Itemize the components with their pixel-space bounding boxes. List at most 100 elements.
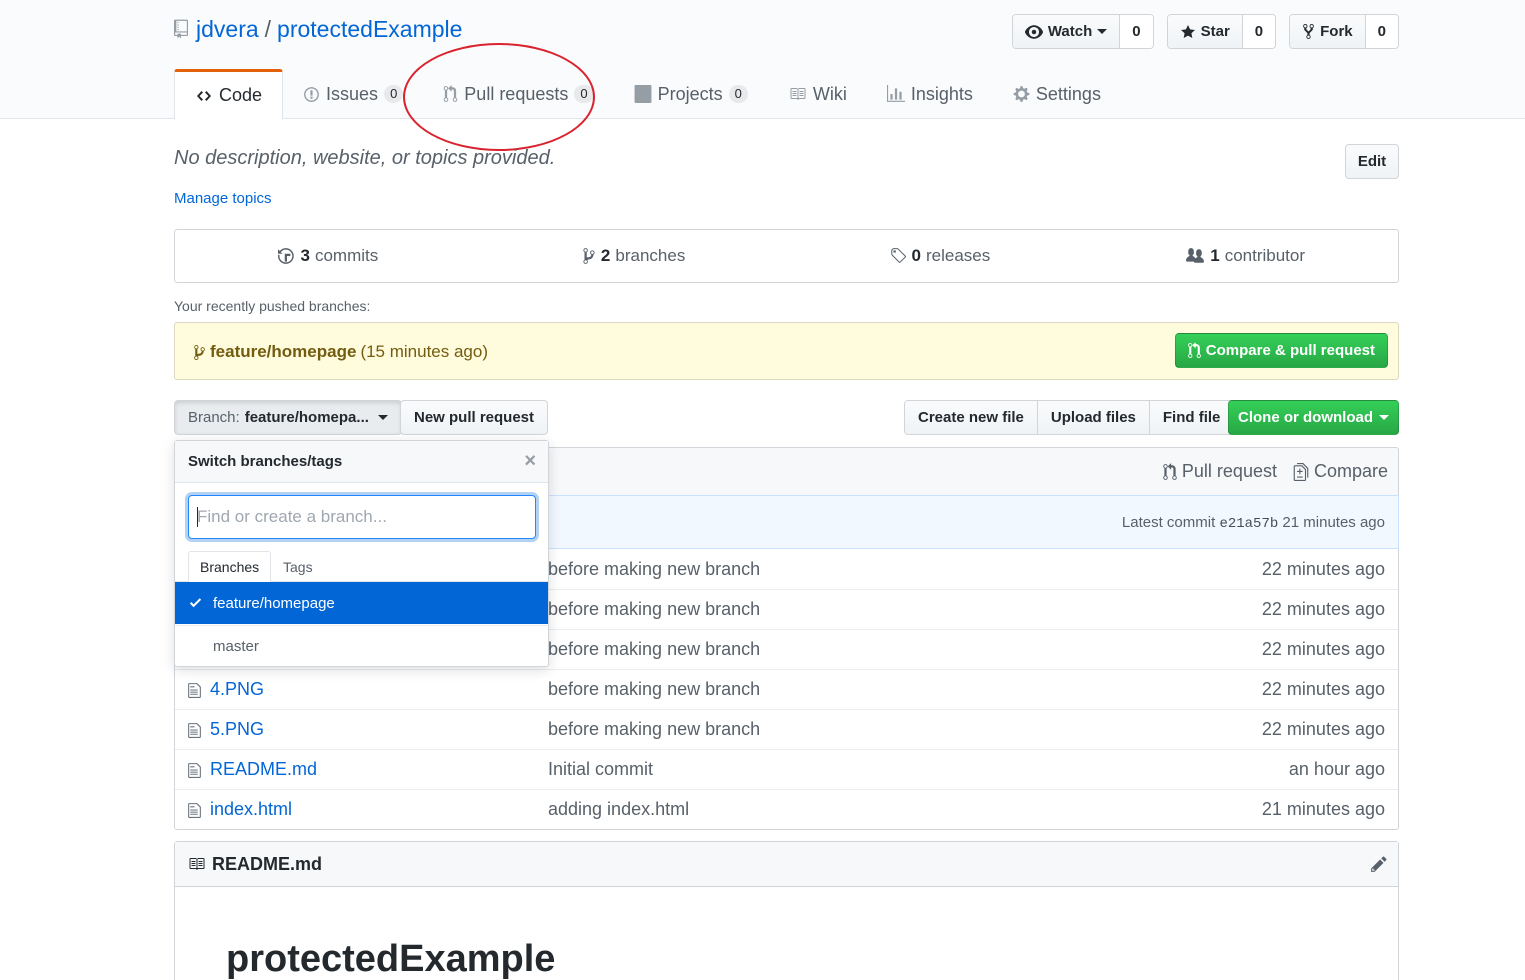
tab-label: Pull requests [464, 83, 569, 104]
commit-message-link[interactable]: before making new branch [548, 679, 760, 700]
compare-pull-request-button[interactable]: Compare & pull request [1174, 333, 1388, 368]
create-new-file-button[interactable]: Create new file [905, 401, 1037, 434]
book-icon [187, 856, 206, 872]
pull-requests-counter: 0 [574, 85, 594, 103]
branch-icon [193, 344, 206, 361]
compare-link[interactable]: Compare [1293, 461, 1388, 482]
branch-current: feature/homepa... [244, 409, 369, 426]
tab-projects[interactable]: Projects 0 [614, 69, 768, 119]
latest-commit: Latest commit e21a57b 21 minutes ago [1122, 514, 1385, 532]
new-pull-request-button[interactable]: New pull request [400, 400, 549, 435]
branch-item-feature-homepage[interactable]: feature/homepage [175, 582, 548, 624]
repo-title: jdvera / protectedExample [174, 16, 462, 43]
pull-request-label: Pull request [1181, 461, 1277, 481]
fork-button[interactable]: Fork [1290, 15, 1365, 48]
latest-commit-age: 21 minutes ago [1282, 514, 1385, 531]
watch-label: Watch [1047, 23, 1093, 40]
close-icon[interactable]: × [524, 451, 536, 471]
tab-pull-requests[interactable]: Pull requests 0 [423, 69, 613, 119]
tab-tags[interactable]: Tags [272, 551, 324, 582]
branch-select-button[interactable]: Branch: feature/homepa... [174, 400, 402, 435]
branch-item-master[interactable]: master [175, 625, 548, 667]
clone-download-button[interactable]: Clone or download [1228, 400, 1399, 435]
recent-branch: feature/homepage (15 minutes ago) [193, 342, 488, 362]
tab-label: Projects [657, 83, 723, 104]
tab-issues[interactable]: Issues 0 [283, 69, 423, 119]
repo-description: No description, website, or topics provi… [174, 147, 556, 169]
pencil-icon[interactable] [1370, 855, 1388, 873]
table-row: 4.PNG before making new branch 22 minute… [175, 669, 1398, 709]
fork-count[interactable]: 0 [1364, 15, 1398, 48]
file-name-link[interactable]: 5.PNG [210, 719, 264, 740]
repo-name-link[interactable]: protectedExample [277, 16, 462, 43]
file-age: an hour ago [1288, 759, 1385, 779]
star-button[interactable]: Star [1167, 15, 1242, 48]
pull-request-icon [443, 85, 458, 103]
branch-item-label: feature/homepage [213, 594, 335, 612]
compare-label: Compare [1313, 461, 1388, 481]
file-age: 22 minutes ago [1261, 639, 1385, 659]
text-cursor [197, 507, 198, 527]
recent-branch-name[interactable]: feature/homepage [210, 342, 356, 362]
branches-label: branches [615, 246, 686, 265]
branch-info-links: Pull request Compare [1163, 461, 1388, 482]
file-name-link[interactable]: README.md [210, 759, 317, 780]
commit-message-link[interactable]: before making new branch [548, 719, 760, 740]
commit-message-link[interactable]: Initial commit [548, 759, 653, 780]
chevron-down-icon [377, 415, 388, 420]
people-icon [1185, 247, 1205, 265]
pull-request-link[interactable]: Pull request [1163, 461, 1277, 482]
tab-insights[interactable]: Insights [867, 69, 993, 119]
readme-heading: protectedExample [226, 938, 556, 980]
commits-link[interactable]: 3 commits [175, 230, 481, 282]
releases-link[interactable]: 0 releases [787, 230, 1093, 282]
watch-button[interactable]: Watch [1012, 15, 1120, 48]
commit-sha-link[interactable]: e21a57b [1219, 516, 1278, 532]
releases-label: releases [925, 246, 991, 265]
watch-group: Watch 0 [1011, 14, 1154, 49]
tab-label: Insights [910, 83, 973, 104]
commits-label: commits [314, 246, 379, 265]
file-icon [188, 762, 201, 779]
repo-separator: / [264, 16, 272, 42]
repo-owner-link[interactable]: jdvera [196, 16, 259, 43]
issues-counter: 0 [384, 85, 404, 103]
branches-link[interactable]: 2 branches [481, 230, 787, 282]
graph-icon [886, 85, 905, 103]
tab-wiki[interactable]: Wiki [768, 69, 867, 119]
star-count[interactable]: 0 [1241, 15, 1276, 48]
watch-count[interactable]: 0 [1119, 15, 1153, 48]
commit-message-link[interactable]: before making new branch [548, 559, 760, 580]
commit-message-link[interactable]: before making new branch [548, 639, 760, 660]
upload-files-button[interactable]: Upload files [1036, 401, 1149, 434]
commit-message-link[interactable]: adding index.html [548, 799, 689, 820]
branch-filter-input[interactable] [189, 496, 535, 538]
recent-branches-label: Your recently pushed branches: [174, 298, 371, 314]
branch-prefix: Branch: [188, 409, 240, 426]
table-row: 5.PNG before making new branch 22 minute… [175, 709, 1398, 749]
find-file-button[interactable]: Find file [1148, 401, 1234, 434]
commits-count: 3 [300, 246, 310, 265]
file-age: 22 minutes ago [1261, 599, 1385, 619]
manage-topics-link[interactable]: Manage topics [174, 190, 272, 207]
tab-branches[interactable]: Branches [188, 551, 272, 583]
commit-message-link[interactable]: before making new branch [548, 599, 760, 620]
tab-label: Wiki [812, 83, 847, 104]
tab-label: Settings [1035, 83, 1101, 104]
file-name-link[interactable]: index.html [210, 799, 292, 820]
pull-request-icon [1187, 342, 1201, 359]
contributors-link[interactable]: 1 contributor [1092, 230, 1398, 282]
branch-icon [582, 247, 596, 265]
tab-code[interactable]: Code [174, 69, 284, 120]
releases-count: 0 [911, 246, 921, 265]
contributors-count: 1 [1210, 246, 1220, 265]
pull-request-icon [1163, 462, 1177, 481]
eye-icon [1024, 24, 1043, 39]
edit-button[interactable]: Edit [1345, 144, 1399, 179]
history-icon [277, 247, 296, 265]
table-row: README.md Initial commit an hour ago [175, 749, 1398, 789]
numbers-summary: 3 commits 2 branches 0 releases 1 contri… [174, 229, 1399, 283]
select-menu-title: Switch branches/tags [188, 453, 343, 470]
file-name-link[interactable]: 4.PNG [210, 679, 264, 700]
tab-settings[interactable]: Settings [993, 69, 1121, 119]
